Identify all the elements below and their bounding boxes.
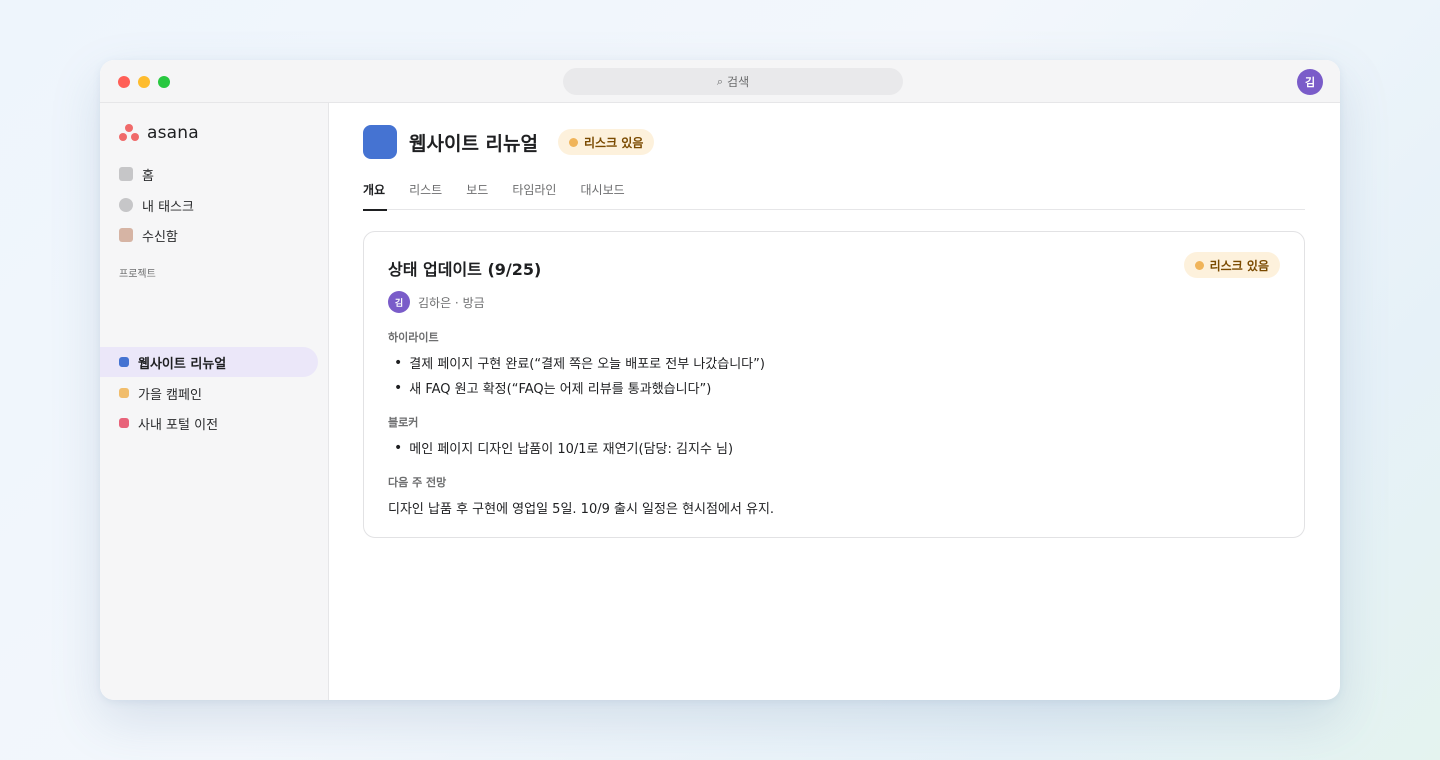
blocker-text: 메인 페이지 디자인 납품이 10/1로 재연기(담당: 김지수 님) <box>409 442 734 457</box>
asana-logo-icon <box>119 124 139 142</box>
highlights-label: 하이라이트 <box>388 331 439 344</box>
sidebar-item-home[interactable]: 홈 <box>100 159 329 189</box>
tab-list[interactable]: 리스트 <box>409 173 442 210</box>
maximize-window-button[interactable] <box>158 76 170 88</box>
outlook-label: 다음 주 전망 <box>388 476 447 489</box>
highlight-text: 새 FAQ 원고 확정(“FAQ는 어제 리뷰를 통과했습니다”) <box>409 382 712 397</box>
asana-logo[interactable]: asana <box>119 123 199 143</box>
tab-overview[interactable]: 개요 <box>363 173 388 211</box>
sidebar-project-label: 웹사이트 리뉴얼 <box>138 356 227 372</box>
status-update-card: 상태 업데이트 (9/25) 리스크 있음 김 김하은 · 방금 하이라이트 •… <box>363 231 1305 538</box>
project-header: 웹사이트 리뉴얼 리스크 있음 <box>363 125 655 159</box>
status-dot-icon <box>1194 260 1204 270</box>
project-icon[interactable] <box>363 125 397 159</box>
search-placeholder: 검색 <box>727 75 750 89</box>
sidebar-item-my-tasks[interactable]: 내 태스크 <box>100 190 329 220</box>
sidebar-project-portal-migration[interactable]: 사내 포털 이전 <box>100 408 318 438</box>
title-bar: ⌕ 검색 김 <box>100 60 1340 103</box>
blockers-label: 블로커 <box>388 416 419 429</box>
status-badge-label: 리스크 있음 <box>1209 258 1269 273</box>
project-color-icon <box>119 357 129 367</box>
highlight-item: • 새 FAQ 원고 확정(“FAQ는 어제 리뷰를 통과했습니다”) <box>394 378 712 398</box>
outlook-text: 디자인 납품 후 구현에 영업일 5일. 10/9 출시 일정은 현시점에서 유… <box>388 502 775 517</box>
sidebar-item-inbox[interactable]: 수신함 <box>100 220 329 250</box>
sidebar-item-label: 내 태스크 <box>142 199 194 215</box>
project-title[interactable]: 웹사이트 리뉴얼 <box>409 129 538 156</box>
status-update-title: 상태 업데이트 (9/25) <box>388 260 542 279</box>
author-row: 김 김하은 · 방금 <box>388 291 485 313</box>
sidebar: asana 홈 내 태스크 수신함 프로젝트 웹사이트 리뉴얼 가을 캠페인 사… <box>100 103 329 700</box>
inbox-icon <box>119 228 133 242</box>
bullet-icon: • <box>394 379 403 396</box>
highlight-item: • 결제 페이지 구현 완료(“결제 쪽은 오늘 배포로 전부 나갔습니다”) <box>394 353 765 373</box>
highlight-text: 결제 페이지 구현 완료(“결제 쪽은 오늘 배포로 전부 나갔습니다”) <box>409 357 765 372</box>
search-bar[interactable]: ⌕ 검색 <box>563 68 903 95</box>
author-meta: 김하은 · 방금 <box>418 295 485 310</box>
main-content: 웹사이트 리뉴얼 리스크 있음 개요 리스트 보드 타임라인 대시보드 상태 업… <box>329 103 1340 700</box>
tab-dashboard[interactable]: 대시보드 <box>580 173 624 210</box>
minimize-window-button[interactable] <box>138 76 150 88</box>
sidebar-project-label: 가을 캠페인 <box>138 387 202 403</box>
author-avatar[interactable]: 김 <box>388 291 410 313</box>
search-icon: ⌕ <box>716 74 724 88</box>
status-badge-label: 리스크 있음 <box>583 135 644 150</box>
home-icon <box>119 167 133 181</box>
sidebar-item-label: 홈 <box>142 168 154 184</box>
sidebar-project-label: 사내 포털 이전 <box>138 417 219 433</box>
project-color-icon <box>119 388 129 398</box>
update-status-badge[interactable]: 리스크 있음 <box>1183 252 1280 278</box>
sidebar-project-website-renewal[interactable]: 웹사이트 리뉴얼 <box>100 347 318 377</box>
projects-section-label: 프로젝트 <box>119 269 156 280</box>
user-avatar[interactable]: 김 <box>1297 69 1323 95</box>
status-dot-icon <box>568 137 578 147</box>
blocker-item: • 메인 페이지 디자인 납품이 10/1로 재연기(담당: 김지수 님) <box>394 438 734 458</box>
tab-board[interactable]: 보드 <box>466 173 488 210</box>
project-status-badge[interactable]: 리스크 있음 <box>557 129 655 155</box>
tab-timeline[interactable]: 타임라인 <box>512 173 556 210</box>
sidebar-item-label: 수신함 <box>142 229 178 245</box>
bullet-icon: • <box>394 439 403 456</box>
app-window: ⌕ 검색 김 asana 홈 내 태스크 수신함 프로젝트 웹사이트 리뉴얼 가… <box>100 60 1340 700</box>
project-color-icon <box>119 418 129 428</box>
check-circle-icon <box>119 198 133 212</box>
close-window-button[interactable] <box>118 76 130 88</box>
sidebar-project-fall-campaign[interactable]: 가을 캠페인 <box>100 378 318 408</box>
logo-text: asana <box>147 123 199 143</box>
bullet-icon: • <box>394 354 403 371</box>
project-tabs: 개요 리스트 보드 타임라인 대시보드 <box>363 173 1305 211</box>
